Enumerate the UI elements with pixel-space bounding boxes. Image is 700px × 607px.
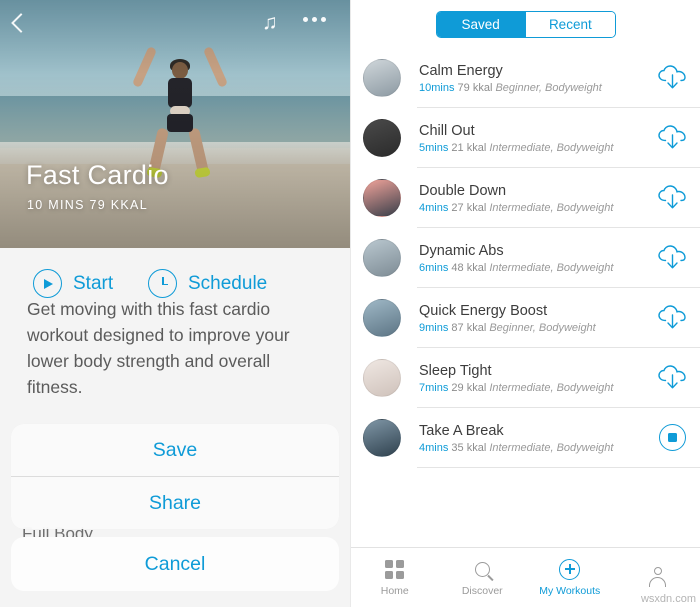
workout-duration: 4mins: [419, 201, 449, 214]
tab-my-workouts[interactable]: My Workouts: [526, 548, 614, 607]
workout-tags: Beginner, Bodyweight: [495, 81, 602, 94]
workout-tags: Intermediate, Bodyweight: [489, 201, 614, 214]
workout-action[interactable]: [656, 181, 690, 215]
workout-duration: 10mins: [419, 81, 455, 94]
dual-screen-composite: ♫ Fast Cardio 10 MINS 79 KKAL Start Sche…: [0, 0, 700, 607]
workout-title: Quick Energy Boost: [419, 302, 548, 319]
segmented-control: Saved Recent: [435, 10, 616, 38]
cancel-button[interactable]: Cancel: [11, 537, 339, 591]
watermark: wsxdn.com: [640, 593, 696, 605]
download-icon[interactable]: [657, 185, 689, 211]
workout-row[interactable]: Dynamic Abs 6mins 48 kkal Intermediate, …: [351, 228, 700, 288]
workout-action[interactable]: [656, 61, 690, 95]
workout-text: Dynamic Abs 6mins 48 kkal Intermediate, …: [419, 243, 656, 274]
plus-circle-icon: [559, 558, 581, 580]
divider: [417, 467, 700, 468]
tab-home[interactable]: Home: [351, 548, 439, 607]
workout-row[interactable]: Double Down 4mins 27 kkal Intermediate, …: [351, 168, 700, 228]
workout-action[interactable]: [656, 421, 690, 455]
workout-meta: 7mins 29 kkal Intermediate, Bodyweight: [419, 382, 656, 394]
share-option[interactable]: Share: [11, 477, 339, 529]
download-icon[interactable]: [657, 365, 689, 391]
workout-thumbnail: [363, 419, 401, 457]
workout-tags: Intermediate, Bodyweight: [489, 141, 614, 154]
workout-thumbnail: [363, 239, 401, 277]
workout-thumbnail: [363, 359, 401, 397]
workout-text: Calm Energy 10mins 79 kkal Beginner, Bod…: [419, 63, 656, 94]
workout-duration: 6mins: [419, 261, 449, 274]
workout-title: Double Down: [419, 182, 507, 199]
grid-icon: [385, 558, 405, 580]
tab-discover-label: Discover: [461, 585, 503, 597]
workout-text: Double Down 4mins 27 kkal Intermediate, …: [419, 183, 656, 214]
workout-kcal: 35 kkal: [451, 441, 487, 454]
workout-title: Dynamic Abs: [419, 242, 504, 259]
my-workouts-screen: Saved Recent Calm Energy 10mins 79 kkal …: [350, 0, 700, 607]
tab-discover[interactable]: Discover: [439, 548, 527, 607]
save-option[interactable]: Save: [11, 424, 339, 476]
workout-action[interactable]: [656, 241, 690, 275]
workout-title: Calm Energy: [419, 62, 503, 79]
stop-button[interactable]: [659, 424, 686, 451]
workout-row[interactable]: Sleep Tight 7mins 29 kkal Intermediate, …: [351, 348, 700, 408]
workout-title: Chill Out: [419, 122, 475, 139]
download-icon[interactable]: [657, 305, 689, 331]
download-icon[interactable]: [657, 125, 689, 151]
download-icon[interactable]: [657, 245, 689, 271]
segmented-control-wrap: Saved Recent: [351, 0, 700, 48]
tab-my-workouts-label: My Workouts: [539, 585, 601, 597]
workout-kcal: 29 kkal: [451, 381, 487, 394]
tab-saved[interactable]: Saved: [436, 11, 525, 37]
workout-tags: Intermediate, Bodyweight: [489, 381, 614, 394]
workout-duration: 9mins: [419, 321, 449, 334]
tab-home-label: Home: [380, 585, 409, 597]
workout-meta: 4mins 35 kkal Intermediate, Bodyweight: [419, 442, 656, 454]
workout-meta: 6mins 48 kkal Intermediate, Bodyweight: [419, 262, 656, 274]
workout-kcal: 48 kkal: [451, 261, 487, 274]
workout-thumbnail: [363, 59, 401, 97]
workout-tags: Intermediate, Bodyweight: [489, 261, 614, 274]
workout-detail-screen: ♫ Fast Cardio 10 MINS 79 KKAL Start Sche…: [0, 0, 350, 607]
workout-row[interactable]: Chill Out 5mins 21 kkal Intermediate, Bo…: [351, 108, 700, 168]
workout-list: Calm Energy 10mins 79 kkal Beginner, Bod…: [351, 48, 700, 468]
workout-thumbnail: [363, 299, 401, 337]
workout-kcal: 87 kkal: [451, 321, 487, 334]
workout-kcal: 79 kkal: [457, 81, 493, 94]
workout-action[interactable]: [656, 121, 690, 155]
tab-recent[interactable]: Recent: [526, 11, 615, 37]
workout-row[interactable]: Quick Energy Boost 9mins 87 kkal Beginne…: [351, 288, 700, 348]
workout-duration: 4mins: [419, 441, 449, 454]
search-icon: [474, 558, 490, 580]
workout-title: Take A Break: [419, 422, 504, 439]
workout-duration: 5mins: [419, 141, 449, 154]
person-icon: [648, 564, 667, 587]
action-sheet: Save Share Cancel: [11, 424, 339, 591]
workout-kcal: 21 kkal: [451, 141, 487, 154]
workout-row[interactable]: Take A Break 4mins 35 kkal Intermediate,…: [351, 408, 700, 468]
download-icon[interactable]: [657, 65, 689, 91]
workout-tags: Intermediate, Bodyweight: [489, 441, 614, 454]
workout-meta: 5mins 21 kkal Intermediate, Bodyweight: [419, 142, 656, 154]
workout-meta: 4mins 27 kkal Intermediate, Bodyweight: [419, 202, 656, 214]
workout-action[interactable]: [656, 361, 690, 395]
workout-kcal: 27 kkal: [451, 201, 487, 214]
workout-text: Take A Break 4mins 35 kkal Intermediate,…: [419, 423, 656, 454]
workout-action[interactable]: [656, 301, 690, 335]
workout-title: Sleep Tight: [419, 362, 492, 379]
workout-text: Chill Out 5mins 21 kkal Intermediate, Bo…: [419, 123, 656, 154]
workout-text: Sleep Tight 7mins 29 kkal Intermediate, …: [419, 363, 656, 394]
action-sheet-options: Save Share: [11, 424, 339, 529]
workout-row[interactable]: Calm Energy 10mins 79 kkal Beginner, Bod…: [351, 48, 700, 108]
workout-thumbnail: [363, 119, 401, 157]
workout-text: Quick Energy Boost 9mins 87 kkal Beginne…: [419, 303, 656, 334]
workout-meta: 9mins 87 kkal Beginner, Bodyweight: [419, 322, 656, 334]
workout-meta: 10mins 79 kkal Beginner, Bodyweight: [419, 82, 656, 94]
workout-duration: 7mins: [419, 381, 449, 394]
workout-tags: Beginner, Bodyweight: [489, 321, 596, 334]
workout-thumbnail: [363, 179, 401, 217]
